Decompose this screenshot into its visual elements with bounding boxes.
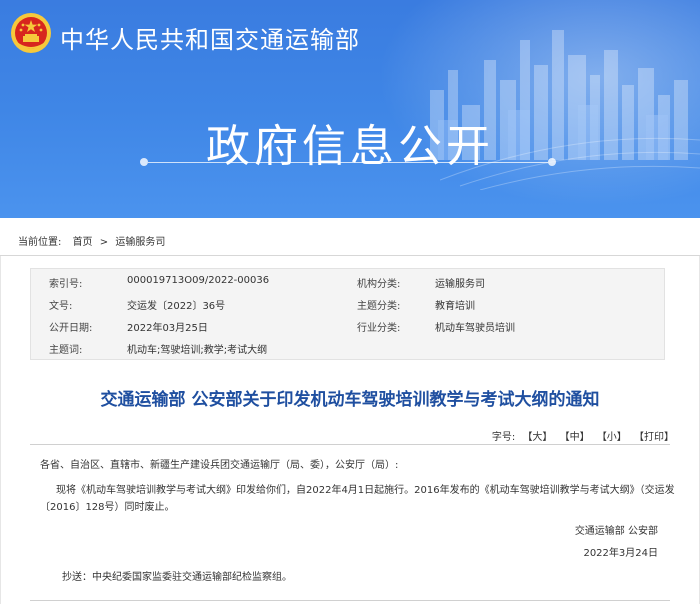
meta-agency-label: 机构分类:	[357, 279, 401, 290]
breadcrumb-label: 当前位置:	[18, 237, 62, 248]
content-border-left	[0, 256, 1, 604]
meta-docno-value: 交运发〔2022〕36号	[127, 301, 226, 312]
article-signature: 交通运输部 公安部	[574, 526, 658, 537]
print-button[interactable]: 【打印】	[634, 432, 674, 443]
meta-index-value: 000019713O09/2022-00036	[127, 275, 270, 286]
header-banner: 中华人民共和国交通运输部 政府信息公开	[0, 0, 700, 218]
meta-agency-value: 运输服务司	[435, 279, 485, 290]
article-salutation: 各省、自治区、直辖市、新疆生产建设兵团交通运输厅（局、委），公安厅（局）:	[40, 460, 399, 471]
meta-docno-label: 文号:	[49, 301, 73, 312]
meta-keywords-value: 机动车;驾驶培训;教学;考试大纲	[127, 345, 268, 356]
breadcrumb-divider	[0, 255, 700, 256]
meta-topic-label: 主题分类:	[357, 301, 401, 312]
meta-date-value: 2022年03月25日	[127, 323, 208, 334]
meta-keywords-label: 主题词:	[49, 345, 83, 356]
breadcrumb-dept-link[interactable]: 运输服务司	[115, 237, 165, 248]
article-divider	[30, 444, 670, 445]
document-meta-table: 索引号: 000019713O09/2022-00036 机构分类: 运输服务司…	[30, 268, 665, 360]
article-body-line-2: 〔2016〕128号）同时废止。	[40, 502, 175, 513]
article-sign-date: 2022年3月24日	[583, 548, 658, 559]
font-size-label: 字号:	[491, 432, 516, 443]
meta-date-label: 公开日期:	[49, 323, 93, 334]
ministry-name: 中华人民共和国交通运输部	[60, 26, 360, 54]
font-large-button[interactable]: 【大】	[522, 432, 552, 443]
section-title: 政府信息公开	[206, 121, 494, 172]
meta-industry-value: 机动车驾驶员培训	[435, 323, 515, 334]
meta-industry-label: 行业分类:	[357, 323, 401, 334]
breadcrumb: 当前位置: 首页 > 运输服务司	[18, 233, 165, 248]
article-title: 交通运输部 公安部关于印发机动车驾驶培训教学与考试大纲的通知	[100, 390, 600, 410]
article-cc: 抄送：中央纪委国家监委驻交通运输部纪检监察组。	[62, 572, 292, 583]
title-line-dot-left	[140, 158, 148, 166]
title-line-dot-right	[548, 158, 556, 166]
breadcrumb-separator: >	[99, 237, 109, 248]
article-toolbar: 字号: 【大】 【中】 【小】 【打印】	[492, 428, 674, 443]
title-underline	[148, 162, 548, 163]
national-emblem-icon	[11, 13, 51, 53]
meta-index-label: 索引号:	[49, 279, 83, 290]
article-body-line-1: 现将《机动车驾驶培训教学与考试大纲》印发给你们，自2022年4月1日起施行。20…	[56, 485, 675, 496]
breadcrumb-home-link[interactable]: 首页	[73, 237, 93, 248]
font-small-button[interactable]: 【小】	[597, 432, 627, 443]
article-bottom-divider	[30, 600, 670, 601]
meta-topic-value: 教育培训	[435, 301, 475, 312]
font-medium-button[interactable]: 【中】	[560, 432, 590, 443]
